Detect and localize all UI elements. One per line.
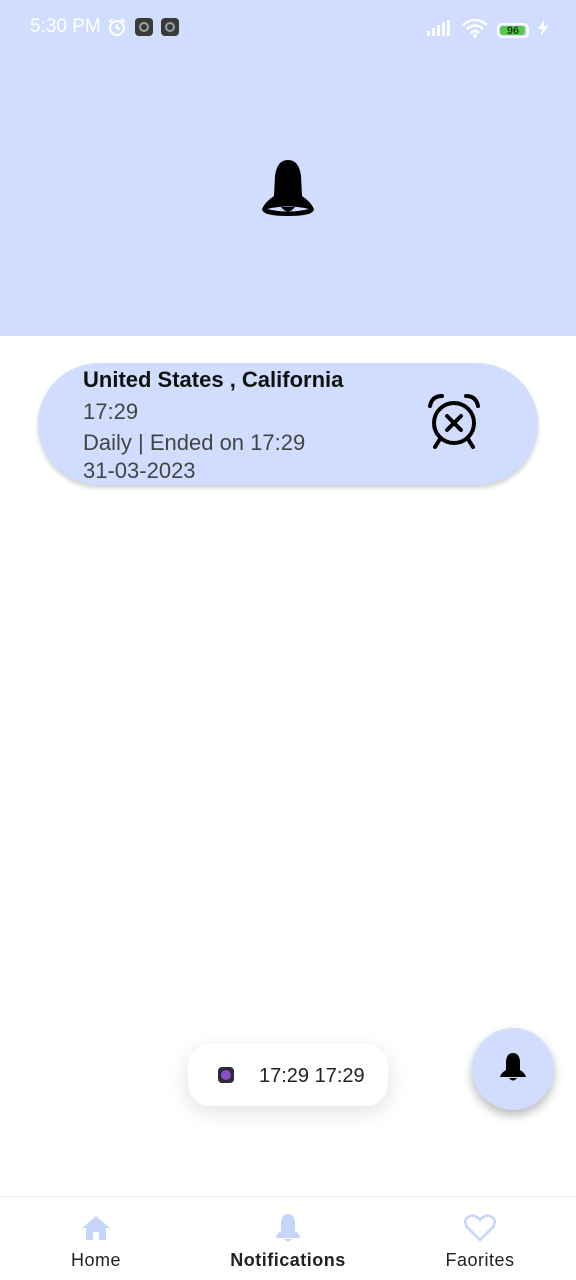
nav-label-notifications: Notifications [230,1250,346,1270]
nav-item-home[interactable]: Home [0,1197,192,1280]
status-time: 5:30 PM [30,16,101,37]
nav-label-home: Home [70,1250,121,1270]
bell-icon [259,158,317,220]
battery-indicator: 96 [497,23,529,38]
notification-repeat: Daily | Ended on 17:29 [83,430,306,455]
battery-level: 96 [506,24,520,37]
home-icon [80,1213,112,1243]
alarm-off-icon [424,392,484,457]
status-bar: 5:30 PM 96 [0,0,576,56]
wifi-icon [462,18,488,43]
app-notification-icon [135,18,153,36]
nav-label-favorites: Faorites [445,1250,515,1270]
bell-icon [499,1052,527,1087]
app-icon [218,1067,234,1083]
notification-card[interactable]: United States , California 17:29 Daily |… [38,363,538,485]
toast-message: 17:29 17:29 [188,1044,388,1106]
header-banner: 5:30 PM 96 [0,0,576,336]
nav-item-notifications[interactable]: Notifications [192,1197,384,1280]
status-notification-icons [107,17,179,37]
alarm-clock-icon [107,17,127,37]
nav-item-favorites[interactable]: Faorites [384,1197,576,1280]
alarm-off-button[interactable] [422,392,486,456]
add-notification-button[interactable] [472,1028,554,1110]
notification-time: 17:29 [83,399,139,424]
notification-date: 31-03-2023 [83,458,196,483]
heart-icon [464,1213,496,1243]
status-system-icons: 96 [427,18,548,43]
app-notification-icon [161,18,179,36]
signal-icon [427,20,453,41]
notification-location: United States , California [83,367,344,392]
bell-icon [272,1213,304,1243]
toast-text: 17:29 17:29 [259,1065,365,1087]
bottom-navigation: Home Notifications Faorites [0,1196,576,1280]
charging-icon [538,20,548,41]
